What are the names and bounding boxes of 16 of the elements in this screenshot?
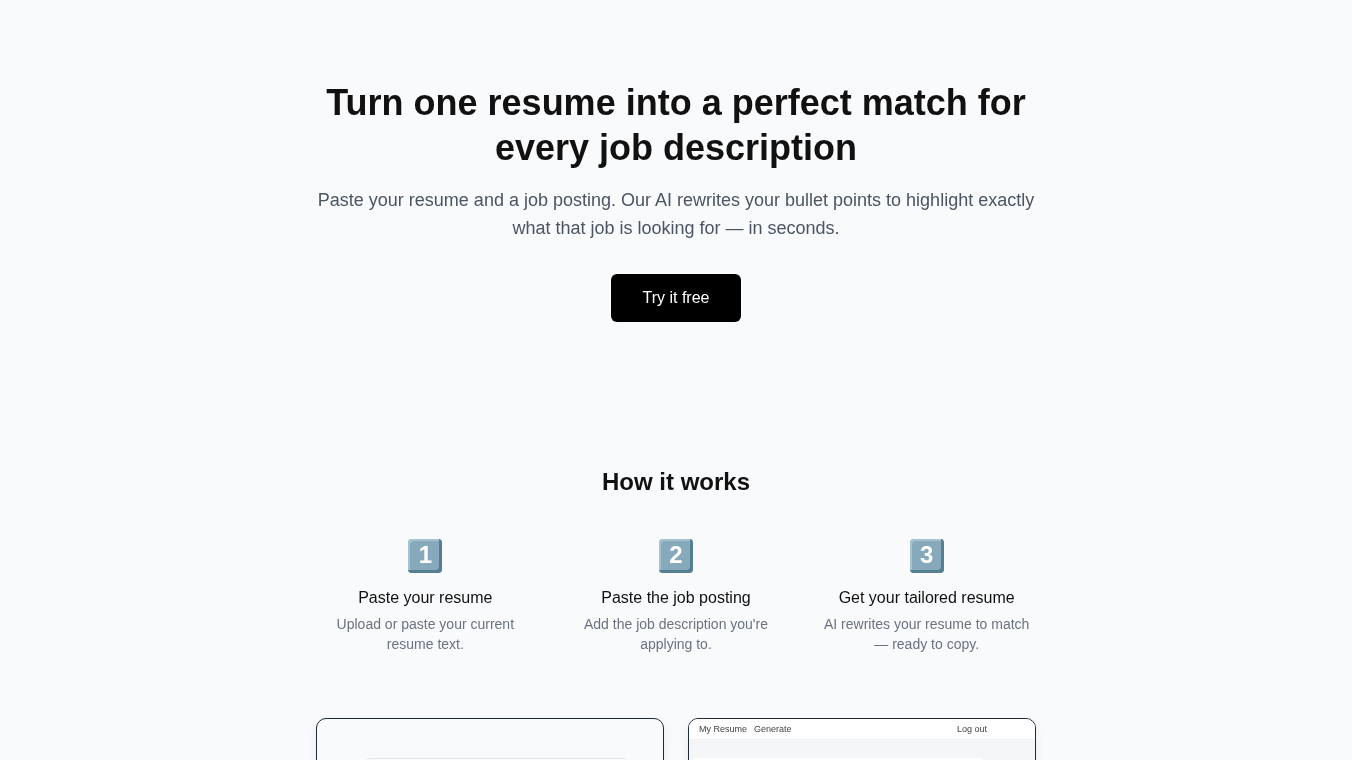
hero-heading: Turn one resume into a perfect match for every job description [325,81,1027,170]
number-keycap: 1 [408,539,443,573]
number-keycap: 2 [659,539,693,573]
step-title: Paste the job posting [601,588,751,608]
nav-link[interactable]: Generate [754,723,792,735]
hero-subtitle: Paste your resume and a job posting. Our AI rewrites your bullet points to highlight exactly what that job is looking for — in seconds. [316,189,1036,240]
section-heading: How it works [602,467,750,497]
step-title: Get your tailored resume [838,588,1015,608]
number-keycap: 3 [909,539,944,573]
step-description: Upload or paste your current resume text. [335,615,516,654]
step-description: AI rewrites your resume to match — ready to copy. [822,615,1031,654]
step-description: Add the job description you're applying to. [583,615,769,654]
logout-link[interactable]: Log out [956,723,987,735]
try-free-button[interactable]: Try it free [611,274,741,322]
step-title: Paste your resume [358,588,493,608]
nav-link[interactable]: My Resume [699,723,747,735]
